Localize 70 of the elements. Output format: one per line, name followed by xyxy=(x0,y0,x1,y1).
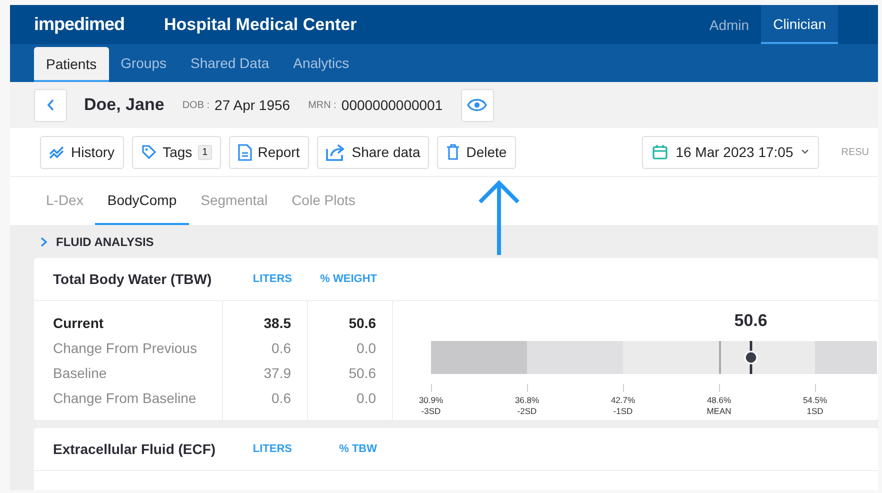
calendar-icon xyxy=(652,144,668,160)
share-icon xyxy=(326,144,346,160)
tick-mark xyxy=(622,384,624,392)
value-cell-text: 37.9 xyxy=(264,364,291,383)
tick-label: -3SD xyxy=(421,406,441,417)
tick-label: 1SD xyxy=(806,406,824,417)
back-button[interactable] xyxy=(34,88,67,122)
document-icon xyxy=(238,144,252,160)
tick-label: MEAN xyxy=(706,406,732,417)
tick-mark xyxy=(814,384,816,392)
tick-label: -1SD xyxy=(613,406,633,417)
history-button[interactable]: History xyxy=(40,136,124,168)
tag-icon xyxy=(140,144,157,160)
row-label: Change From Previous xyxy=(53,339,197,358)
nav-tab[interactable]: Analytics xyxy=(281,44,362,82)
tick-value: 30.9% xyxy=(418,395,444,406)
site-name: Hospital Medical Center xyxy=(164,14,358,34)
tick-value: 48.6% xyxy=(706,395,732,406)
results-label: RESU xyxy=(841,146,870,158)
tick-value: 54.5% xyxy=(802,395,828,406)
column-header: % TBW xyxy=(338,443,378,455)
row-label: Baseline xyxy=(53,364,107,383)
tick-label: -2SD xyxy=(517,406,537,417)
tag-count: 1 xyxy=(198,144,212,160)
mean-line xyxy=(719,341,721,374)
report-button[interactable]: Report xyxy=(228,136,309,168)
trend-icon xyxy=(49,145,65,159)
value-cell-text: 0.6 xyxy=(272,389,291,408)
tick-mark xyxy=(718,384,720,392)
delete-button[interactable]: Delete xyxy=(437,136,516,168)
dob-label: DOB : xyxy=(182,100,210,110)
patient-name: Doe, Jane xyxy=(84,95,164,115)
brand-logo: impedimed xyxy=(34,14,126,35)
nav-tab[interactable]: Groups xyxy=(108,44,179,82)
caret-icon xyxy=(801,149,810,155)
value-cell-text: 0.6 xyxy=(272,339,291,358)
mrn-label: MRN : xyxy=(308,100,336,110)
tick-value: 42.7% xyxy=(610,395,636,406)
tick-mark xyxy=(430,384,432,392)
value-cell-text: 0.0 xyxy=(356,389,376,408)
row-label: Change From Baseline xyxy=(53,389,196,408)
mrn-value: 0000000000001 xyxy=(341,97,443,113)
value-cell-text: 50.6 xyxy=(348,364,376,383)
dob-value: 27 Apr 1956 xyxy=(214,97,290,113)
role-tab[interactable]: Admin xyxy=(697,5,762,44)
column-header: LITERS xyxy=(252,443,293,455)
chevron-left-icon xyxy=(46,99,54,111)
value-cell-text: 38.5 xyxy=(264,314,291,333)
tags-button[interactable]: Tags 1 xyxy=(132,136,221,168)
tick-value: 36.8% xyxy=(514,395,540,406)
value-cell-text: 0.0 xyxy=(356,339,376,358)
card-title: Extracellular Fluid (ECF) xyxy=(52,441,217,457)
share-button[interactable]: Share data xyxy=(316,136,430,168)
view-button[interactable] xyxy=(460,88,494,122)
nav-tab[interactable]: Patients xyxy=(34,47,109,82)
eye-icon xyxy=(467,98,488,112)
value-cell-text: 50.6 xyxy=(348,314,376,333)
role-tab[interactable]: Clinician xyxy=(761,5,838,44)
column-header: LITERS xyxy=(252,273,293,285)
row-label: Current xyxy=(53,314,104,333)
tick-mark xyxy=(526,384,528,392)
date-picker[interactable]: 16 Mar 2023 17:05 xyxy=(642,136,820,168)
nav-tab[interactable]: Shared Data xyxy=(178,44,282,82)
chevron-right-icon[interactable] xyxy=(40,236,48,246)
column-header: % WEIGHT xyxy=(319,273,378,285)
view-tab[interactable]: BodyComp xyxy=(95,177,189,225)
gauge-reading: 50.6 xyxy=(734,311,768,331)
trash-icon xyxy=(446,144,460,160)
section-title: FLUID ANALYSIS xyxy=(56,234,154,248)
card-title: Total Body Water (TBW) xyxy=(52,271,213,287)
